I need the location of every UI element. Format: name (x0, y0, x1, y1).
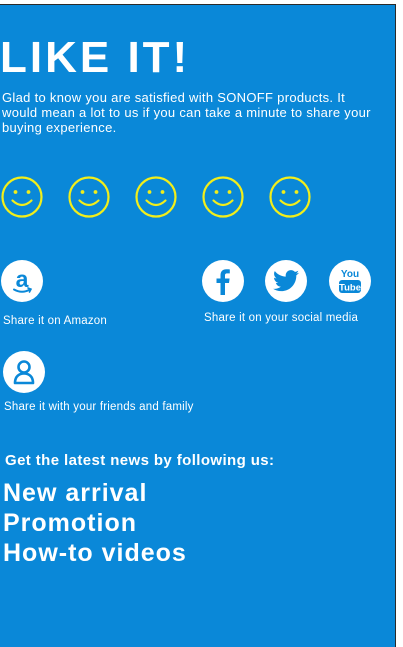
news-item-promotion[interactable]: Promotion (3, 508, 187, 538)
news-item-new-arrival[interactable]: New arrival (3, 478, 187, 508)
youtube-icon-top-text: You (341, 269, 359, 280)
smiley-icon[interactable] (67, 175, 111, 219)
follow-title: Get the latest news by following us: (5, 452, 275, 469)
amazon-icon[interactable]: a (1, 260, 43, 302)
svg-text:a: a (16, 266, 29, 292)
smiley-icon[interactable] (134, 175, 178, 219)
smiley-icon[interactable] (0, 175, 44, 219)
youtube-icon-bottom-text: Tube (339, 283, 361, 294)
news-list: New arrival Promotion How-to videos (3, 478, 187, 568)
smiley-icon[interactable] (201, 175, 245, 219)
page-title: LIKE IT! (0, 33, 191, 82)
news-item-how-to-videos[interactable]: How-to videos (3, 538, 187, 568)
review-card: LIKE IT! Glad to know you are satisfied … (0, 4, 396, 647)
share-friends-label[interactable]: Share it with your friends and family (4, 401, 194, 413)
twitter-icon[interactable] (265, 260, 307, 302)
intro-text: Glad to know you are satisfied with SONO… (2, 90, 371, 135)
facebook-icon[interactable] (202, 260, 244, 302)
share-social-label[interactable]: Share it on your social media (204, 312, 358, 324)
smiley-icon[interactable] (268, 175, 312, 219)
youtube-icon[interactable]: You Tube (329, 260, 371, 302)
person-icon[interactable] (3, 351, 45, 393)
share-amazon-label[interactable]: Share it on Amazon (3, 315, 107, 327)
